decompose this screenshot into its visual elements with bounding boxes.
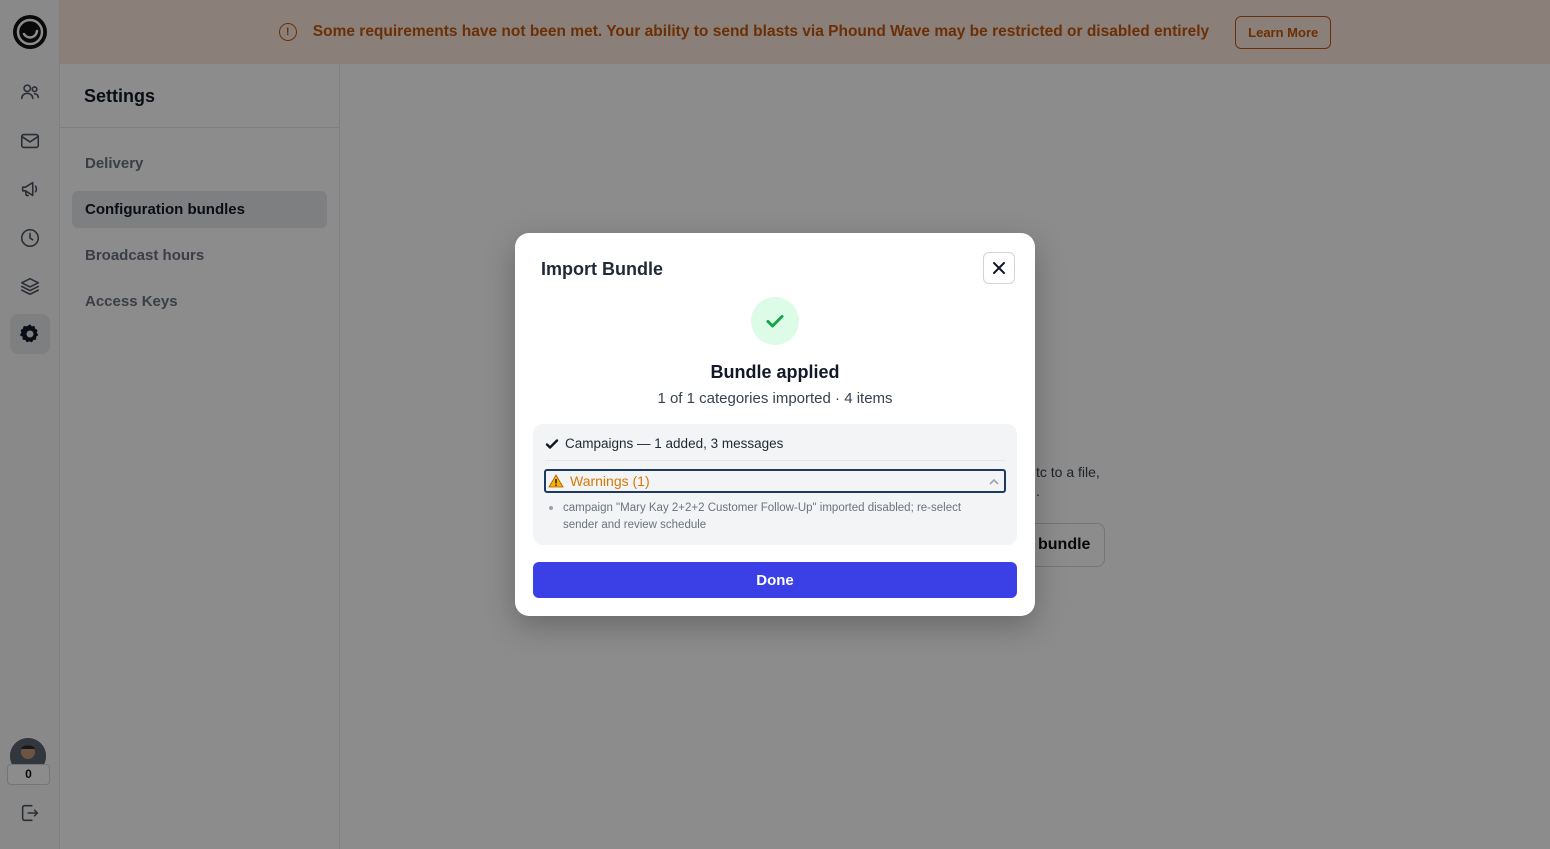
chevron-up-icon: [988, 475, 1000, 487]
category-result-row: Campaigns — 1 added, 3 messages: [545, 436, 783, 451]
warning-icon: [548, 474, 564, 488]
check-icon: [766, 315, 784, 328]
check-icon: [545, 438, 559, 449]
list-bullet: [549, 506, 553, 510]
category-result-text: Campaigns — 1 added, 3 messages: [565, 436, 784, 451]
result-title: Bundle applied: [710, 362, 840, 382]
import-bundle-dialog: Import Bundle Bundle applied 1 of 1 cate…: [515, 233, 1035, 616]
warning-item: campaign "Mary Kay 2+2+2 Customer Follow…: [563, 502, 962, 531]
success-badge: [751, 297, 799, 345]
done-button[interactable]: Done: [533, 562, 1017, 598]
warnings-label: Warnings (1): [570, 473, 650, 489]
dialog-title: Import Bundle: [541, 259, 663, 279]
import-details: Campaigns — 1 added, 3 messages Warnings…: [533, 424, 1017, 545]
divider: [545, 460, 1005, 461]
close-icon: [993, 262, 1005, 274]
result-summary: 1 of 1 categories imported · 4 items: [657, 390, 893, 407]
warnings-toggle[interactable]: Warnings (1): [544, 469, 1006, 493]
close-button[interactable]: [983, 252, 1015, 284]
